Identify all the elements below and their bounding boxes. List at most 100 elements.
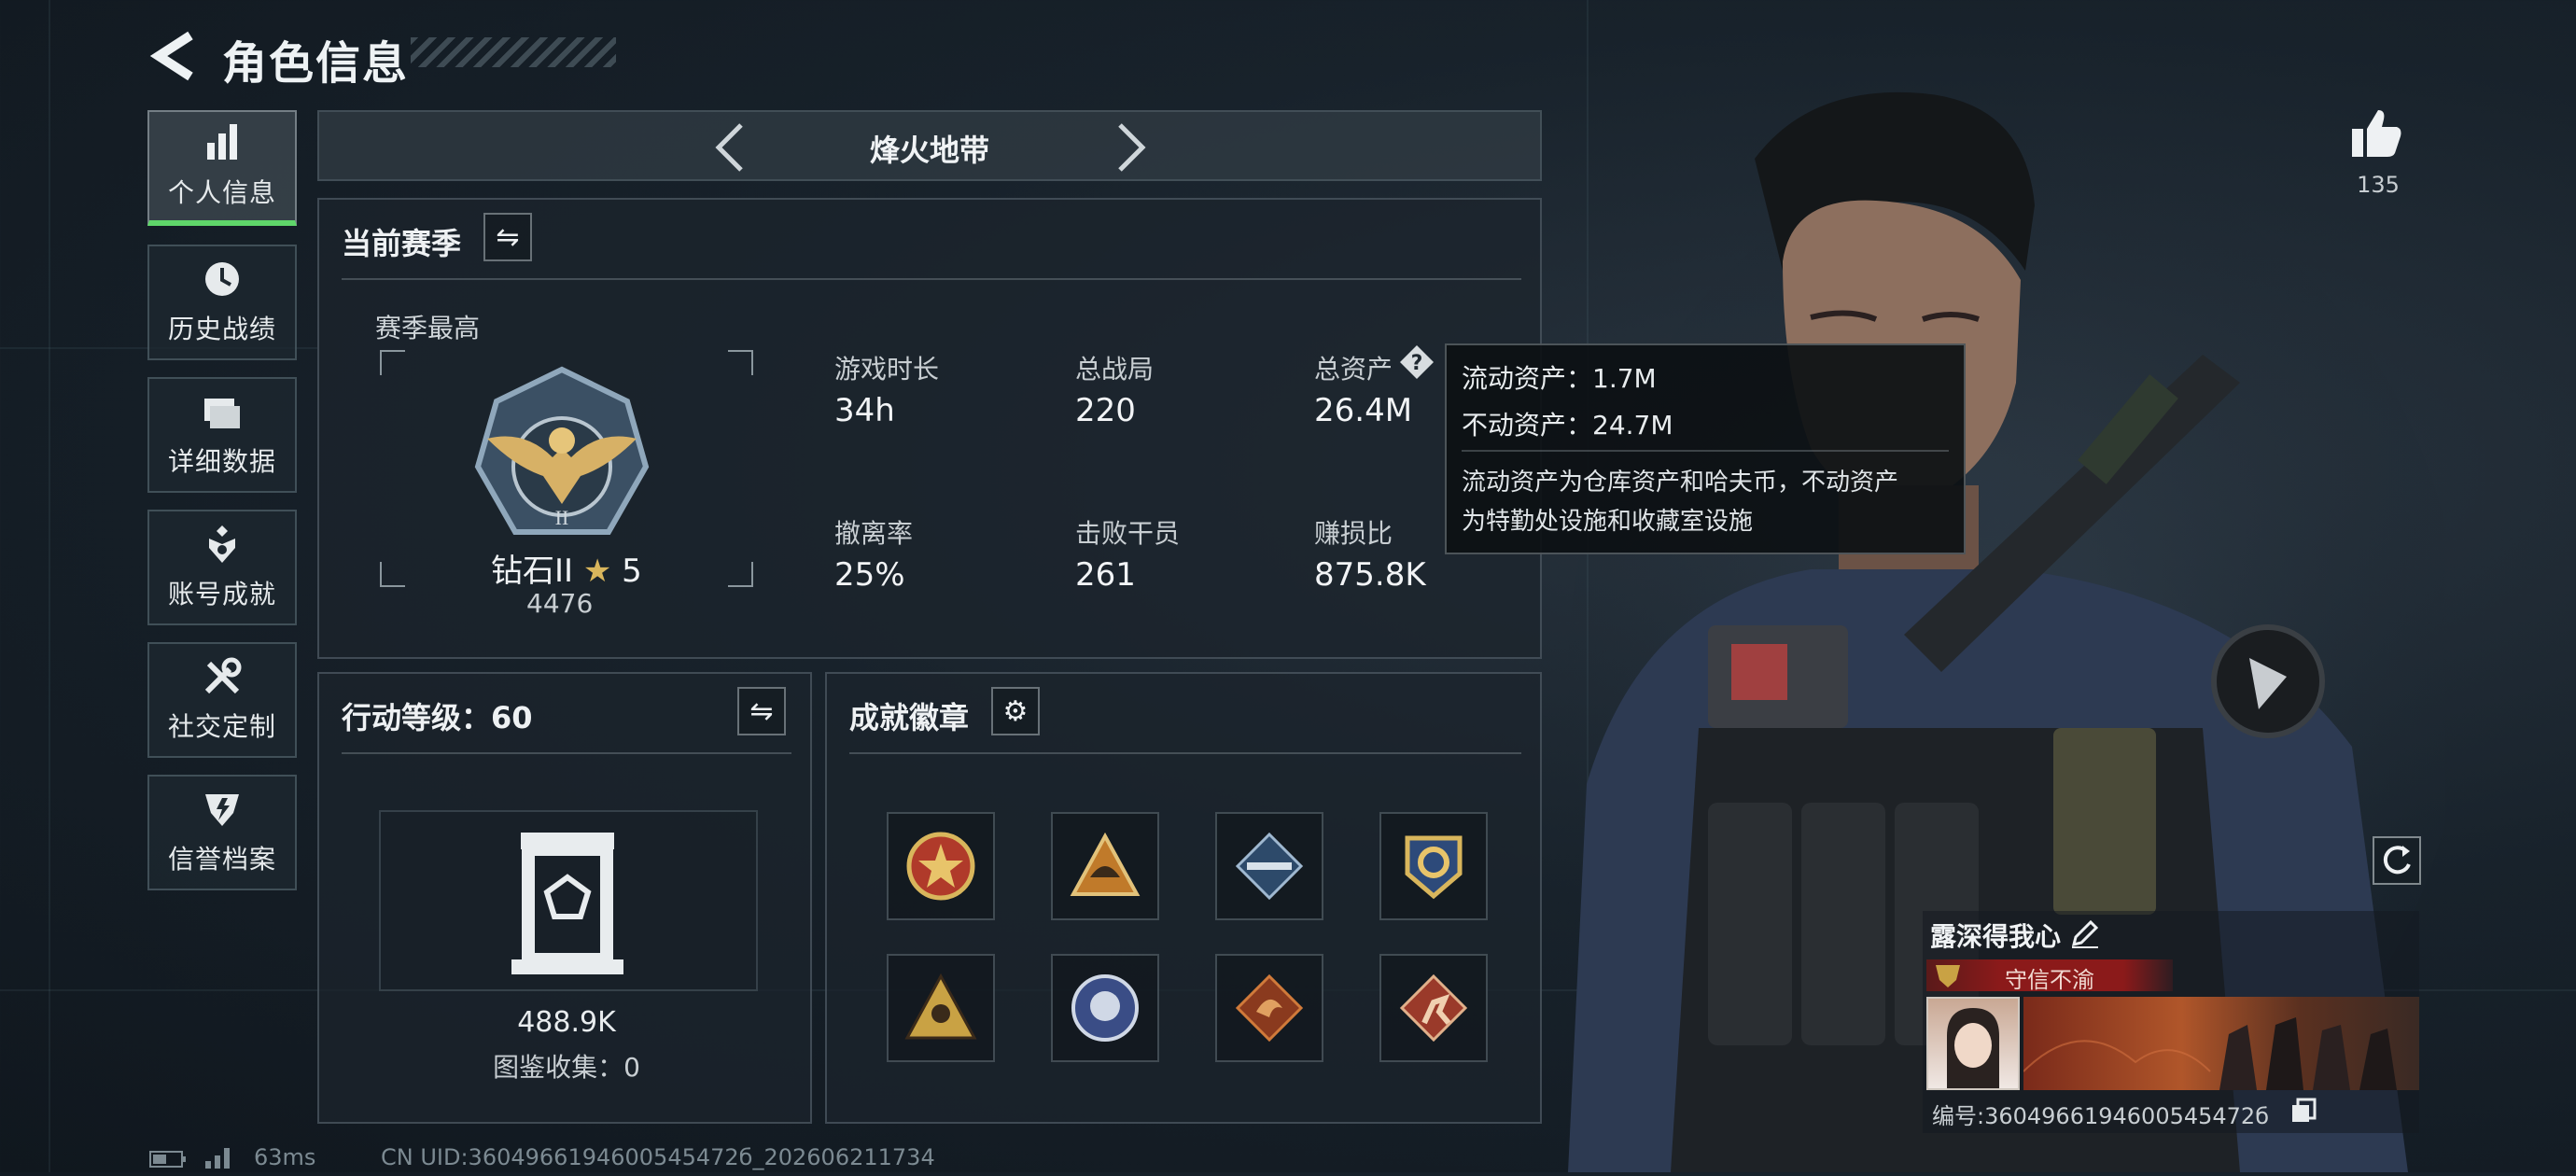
stat-label: 撤离率: [834, 518, 914, 549]
nav-item-reputation[interactable]: 信誉档案: [147, 775, 297, 890]
stat-label: 游戏时长: [834, 354, 940, 385]
achievement-icon: [202, 524, 243, 568]
rank-name-row: 钻石II ★ 5: [491, 545, 642, 591]
gear-icon: ⚙: [1002, 694, 1029, 728]
rifle-emblem-icon: [1235, 832, 1304, 901]
honor-title: 守信不渝: [2005, 967, 2094, 993]
nav-item-history[interactable]: 历史战绩: [147, 245, 297, 360]
copy-icon: [2292, 1098, 2317, 1122]
stat-value: 34h: [834, 392, 895, 429]
action-level-switch-button[interactable]: ⇋: [737, 687, 786, 735]
page-title: 角色信息: [222, 37, 410, 90]
star-emblem-icon: [906, 832, 975, 901]
squad-banner-image: [2023, 1017, 2397, 1090]
star-icon: ★: [582, 553, 612, 590]
stat-label: 赚损比: [1314, 518, 1393, 549]
stat-label: 总战局: [1075, 354, 1155, 385]
gear-emblem-icon: [1405, 835, 1463, 900]
nav-item-profile[interactable]: 个人信息: [147, 110, 297, 226]
bar-chart-icon: [203, 122, 241, 167]
mode-selector: 烽火地带: [317, 110, 1542, 181]
nav-label: 信誉档案: [167, 844, 276, 875]
liquid-assets: 流动资产：1.7M: [1462, 363, 1657, 394]
swap-icon: ⇋: [749, 694, 774, 728]
asset-tooltip: 流动资产：1.7M 不动资产：24.7M 流动资产为仓库资产和哈夫币，不动资产 …: [1445, 343, 1966, 554]
pencil-icon: [2071, 919, 2099, 948]
nav-label: 个人信息: [167, 177, 276, 208]
refresh-button[interactable]: [2373, 836, 2421, 885]
diamond-rank-emblem-icon: II: [469, 364, 655, 551]
achievement-badge[interactable]: [1051, 954, 1159, 1062]
fixed-assets: 不动资产：24.7M: [1462, 410, 1673, 441]
asset-help-button[interactable]: ?: [1398, 343, 1435, 381]
edit-name-button[interactable]: [2068, 917, 2102, 950]
nav-item-details[interactable]: 详细数据: [147, 377, 297, 493]
swap-icon: ⇋: [496, 220, 520, 254]
achievements-title: 成就徽章: [849, 700, 970, 735]
nav-label: 详细数据: [167, 446, 276, 477]
divider: [342, 752, 791, 754]
help-icon: ?: [1400, 345, 1434, 379]
nav-item-achievements[interactable]: 账号成就: [147, 510, 297, 625]
mode-label: 烽火地带: [869, 133, 989, 168]
achievement-badge[interactable]: [1215, 812, 1323, 920]
achievement-badge[interactable]: [1379, 954, 1488, 1062]
copy-id-button[interactable]: [2290, 1098, 2317, 1124]
divider: [849, 752, 1521, 754]
rank-stars: 5: [622, 553, 642, 590]
season-switch-button[interactable]: ⇋: [483, 213, 532, 261]
avatar[interactable]: [1926, 997, 2020, 1090]
avatar-portrait: [1947, 1008, 1999, 1088]
nav-label: 历史战绩: [167, 314, 276, 344]
next-mode-button[interactable]: [1113, 119, 1150, 183]
thumbs-up-icon: [2352, 110, 2401, 157]
runner-emblem-icon: [1399, 973, 1468, 1043]
stat-label: 总资产: [1314, 354, 1393, 385]
nav-item-social[interactable]: 社交定制: [147, 642, 297, 758]
collection-display[interactable]: [379, 810, 758, 991]
title-decoration: [411, 37, 616, 67]
achievement-badge[interactable]: [1379, 812, 1488, 920]
bg-grid-line: [49, 0, 50, 1172]
season-panel: 当前赛季 ⇋ 赛季最高 II 钻石II ★ 5 4476 游戏时长 34h 总战…: [317, 198, 1542, 659]
battery-icon: [149, 1150, 187, 1169]
action-level-panel: 行动等级：60 ⇋ 488.9K 图鉴收集：0: [317, 672, 812, 1124]
divider: [342, 278, 1521, 280]
tooltip-desc: 为特勤处设施和收藏室设施: [1462, 508, 1754, 536]
nav-label: 社交定制: [167, 711, 276, 742]
stat-value: 220: [1075, 392, 1136, 429]
dragon-emblem-icon: [1235, 973, 1304, 1043]
achievement-badge[interactable]: [1215, 954, 1323, 1062]
achievement-badge[interactable]: [887, 812, 995, 920]
rank-name: 钻石II: [491, 553, 574, 590]
ping-value: 63ms: [254, 1144, 316, 1170]
shield-rank-icon: [202, 789, 243, 833]
helmet-emblem-icon: [1070, 832, 1141, 896]
action-level-value: 488.9K: [517, 1006, 616, 1039]
collection-case-icon: [511, 833, 623, 974]
folders-icon: [201, 391, 244, 436]
svg-text:II: II: [555, 506, 569, 529]
rank-score: 4476: [526, 588, 594, 619]
player-name: 露深得我心: [1930, 921, 2062, 952]
season-title: 当前赛季: [342, 226, 462, 261]
clock-icon: [202, 259, 243, 303]
back-button[interactable]: [149, 28, 196, 84]
refresh-icon: [2383, 846, 2411, 875]
season-best-label: 赛季最高: [375, 313, 481, 343]
achievements-panel: 成就徽章 ⚙: [825, 672, 1542, 1124]
signal-icon: [203, 1146, 233, 1169]
achievement-badge[interactable]: [1051, 812, 1159, 920]
like-button[interactable]: [2348, 105, 2404, 161]
nav-label: 账号成就: [167, 579, 276, 609]
uid-text: CN UID:3604966194600545472б_202606211734: [381, 1144, 935, 1170]
collection-count: 图鉴收集：0: [493, 1052, 640, 1083]
action-level-title: 行动等级：60: [342, 700, 533, 735]
honor-banner: 守信不渝: [1926, 959, 2173, 993]
profile-banner[interactable]: [2023, 997, 2419, 1090]
achievement-badge[interactable]: [887, 954, 995, 1062]
soldier-emblem-icon: [904, 973, 977, 1040]
achievements-settings-button[interactable]: ⚙: [991, 687, 1040, 735]
svg-text:?: ?: [1411, 352, 1423, 375]
back-arrow-icon: [149, 31, 193, 81]
